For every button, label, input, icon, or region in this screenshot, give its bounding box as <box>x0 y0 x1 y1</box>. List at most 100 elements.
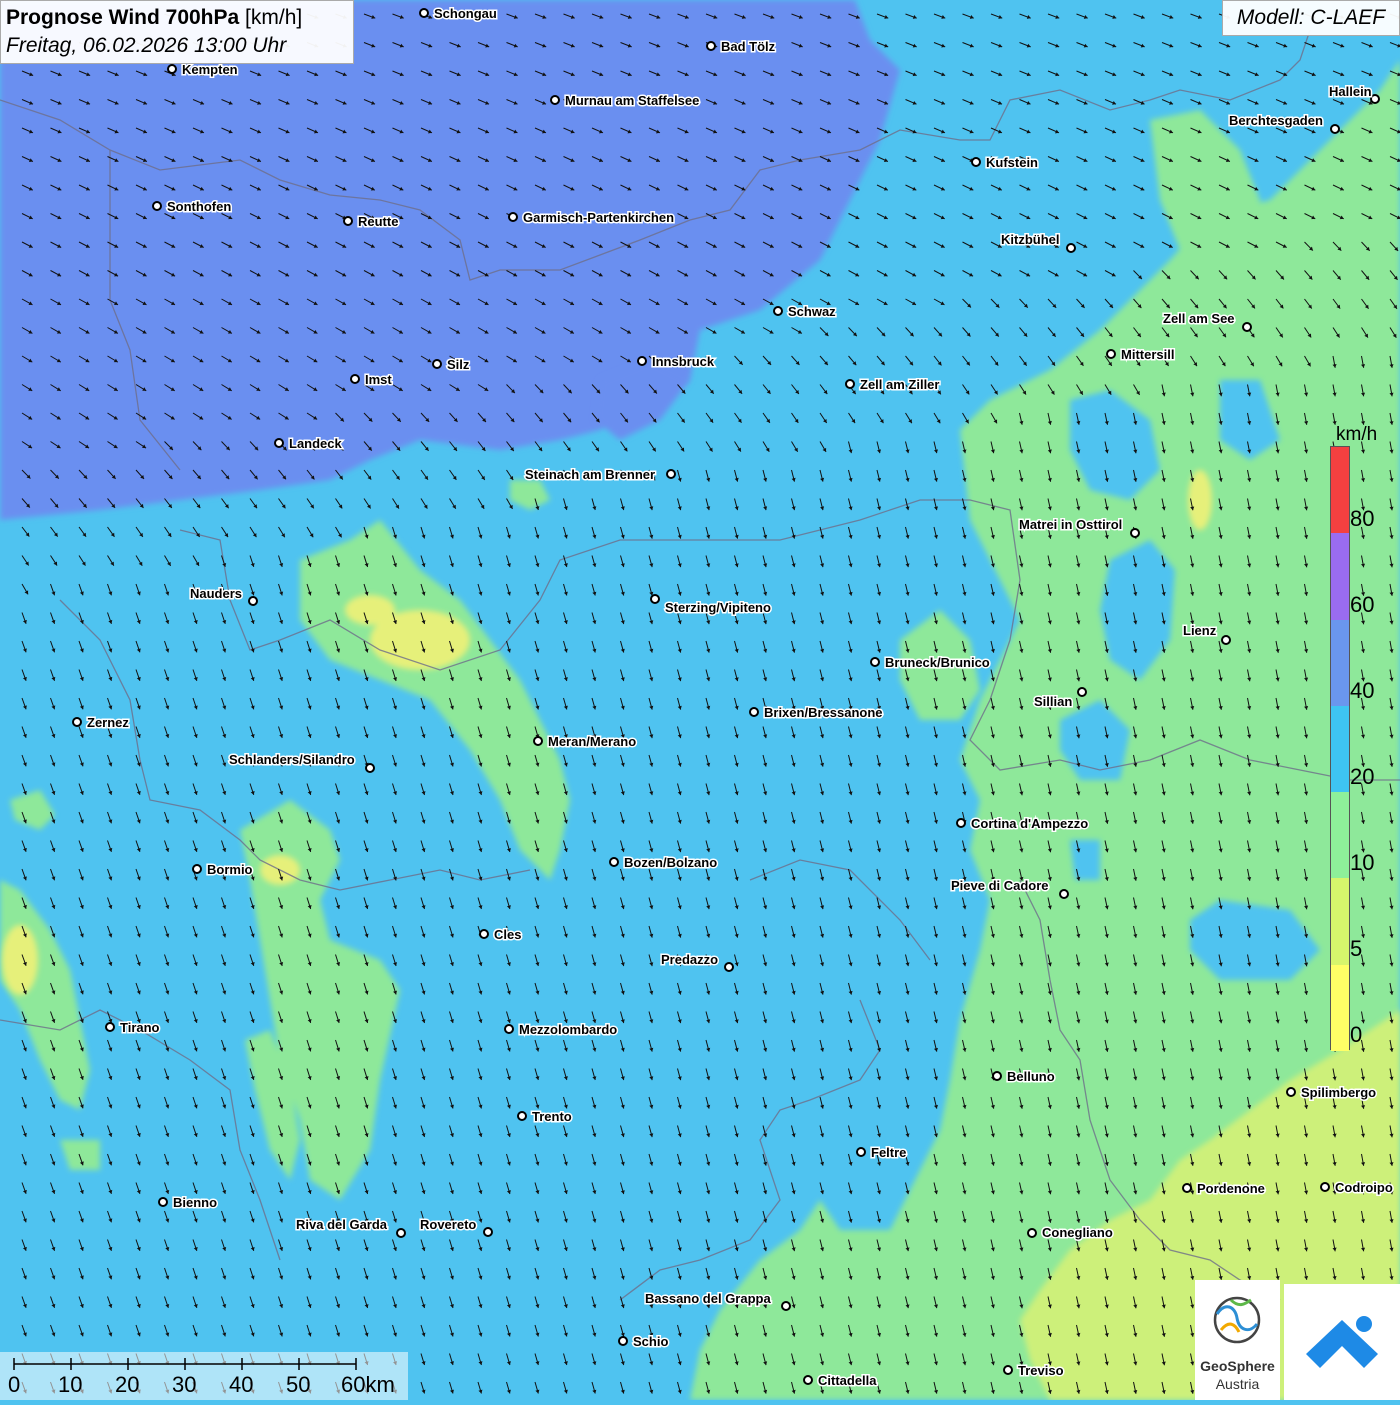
city-label: Pieve di Cadore <box>951 878 1049 893</box>
legend-segment <box>1331 619 1349 706</box>
city-marker <box>72 717 82 727</box>
title-panel: Prognose Wind 700hPa [km/h] Freitag, 06.… <box>0 0 354 64</box>
scale-label: 30 <box>172 1372 197 1397</box>
legend-unit: km/h <box>1336 424 1378 445</box>
app-logo[interactable] <box>1284 1284 1400 1400</box>
city-label: Murnau am Staffelsee <box>565 93 699 108</box>
city-marker <box>1059 889 1069 899</box>
city-marker <box>105 1022 115 1032</box>
city-marker <box>1003 1365 1013 1375</box>
city-marker <box>248 596 258 606</box>
city-label: Pordenone <box>1197 1181 1265 1196</box>
city-marker <box>956 818 966 828</box>
city-label: Trento <box>532 1109 572 1124</box>
forecast-date: Freitag, 06.02.2026 13:00 Uhr <box>6 34 287 57</box>
city-label: Bad Tölz <box>721 39 776 54</box>
legend-label: 0 <box>1350 1022 1363 1047</box>
city-marker <box>706 41 716 51</box>
city-marker <box>1027 1228 1037 1238</box>
city-label: Sterzing/Vipiteno <box>665 600 771 615</box>
city-label: Lienz <box>1183 623 1217 638</box>
legend-segment <box>1331 792 1349 879</box>
city-label: Sonthofen <box>167 199 231 214</box>
city-marker <box>504 1024 514 1034</box>
legend-segment <box>1331 705 1349 793</box>
city-marker <box>1286 1087 1296 1097</box>
city-label: Bozen/Bolzano <box>624 855 717 870</box>
city-marker <box>1106 349 1116 359</box>
city-label: Kempten <box>182 62 238 77</box>
city-marker <box>483 1227 493 1237</box>
legend-label: 40 <box>1350 678 1375 703</box>
city-marker <box>870 657 880 667</box>
city-marker <box>845 379 855 389</box>
city-label: Mezzolombardo <box>519 1022 617 1037</box>
city-marker <box>1066 243 1076 253</box>
city-marker <box>637 356 647 366</box>
city-label: Schio <box>633 1334 668 1349</box>
city-label: Schlanders/Silandro <box>229 752 355 767</box>
city-label: Hallein <box>1329 84 1372 99</box>
city-label: Berchtesgaden <box>1229 113 1323 128</box>
city-label: Steinach am Brenner <box>525 467 655 482</box>
city-label: Kitzbühel <box>1001 232 1060 247</box>
city-marker <box>152 201 162 211</box>
city-marker <box>533 736 543 746</box>
city-marker <box>773 306 783 316</box>
legend-label: 80 <box>1350 506 1375 531</box>
city-label: Meran/Merano <box>548 734 636 749</box>
geosphere-logo[interactable]: GeoSphere Austria <box>1195 1280 1280 1400</box>
city-marker <box>1130 528 1140 538</box>
city-label: Brixen/Bressanone <box>764 705 883 720</box>
city-marker <box>167 64 177 74</box>
city-label: Garmisch-Partenkirchen <box>523 210 674 225</box>
city-marker <box>432 359 442 369</box>
city-label: Nauders <box>190 586 242 601</box>
city-marker <box>550 95 560 105</box>
city-marker <box>1242 322 1252 332</box>
city-label: Sillian <box>1034 694 1072 709</box>
city-label: Zell am See <box>1163 311 1235 326</box>
legend-color-bar <box>1330 446 1350 1051</box>
city-label: Schongau <box>434 6 497 21</box>
city-label: Belluno <box>1007 1069 1055 1084</box>
city-marker <box>971 157 981 167</box>
city-marker <box>158 1197 168 1207</box>
city-label: Imst <box>365 372 392 387</box>
legend-label: 10 <box>1350 850 1375 875</box>
city-marker <box>1221 635 1231 645</box>
scale-label: 20 <box>115 1372 140 1397</box>
city-label: Kufstein <box>986 155 1038 170</box>
city-label: Rovereto <box>420 1217 476 1232</box>
city-label: Treviso <box>1018 1363 1064 1378</box>
wind-map[interactable]: Schongau Bad Tölz Kempten Murnau am Staffel… <box>0 0 1400 1400</box>
geosphere-emblem-icon <box>1213 1296 1261 1344</box>
scale-label: 10 <box>58 1372 83 1397</box>
city-marker <box>343 216 353 226</box>
scale-label: 40 <box>229 1372 254 1397</box>
city-label: Bormio <box>207 862 253 877</box>
scale-label: 0 <box>8 1372 21 1397</box>
logo-name-line2: Austria <box>1215 1376 1260 1392</box>
city-label: Schwaz <box>788 304 836 319</box>
city-label: Bassano del Grappa <box>645 1291 771 1306</box>
city-marker <box>1370 94 1380 104</box>
city-label: Codroipo <box>1335 1180 1393 1195</box>
city-label: Silz <box>447 357 470 372</box>
scale-label: 50 <box>286 1372 311 1397</box>
city-label: Reutte <box>358 214 398 229</box>
legend-label: 20 <box>1350 764 1375 789</box>
city-label: Zernez <box>87 715 129 730</box>
city-label: Riva del Garda <box>296 1217 388 1232</box>
city-label: Predazzo <box>661 952 718 967</box>
city-label: Tirano <box>120 1020 160 1035</box>
city-label: Cles <box>494 927 521 942</box>
city-label: Mittersill <box>1121 347 1174 362</box>
city-marker <box>396 1228 406 1238</box>
legend-segment <box>1331 878 1349 965</box>
legend-label: 60 <box>1350 592 1375 617</box>
city-marker <box>666 469 676 479</box>
city-marker <box>749 707 759 717</box>
legend-segment <box>1331 533 1349 620</box>
city-marker <box>508 212 518 222</box>
